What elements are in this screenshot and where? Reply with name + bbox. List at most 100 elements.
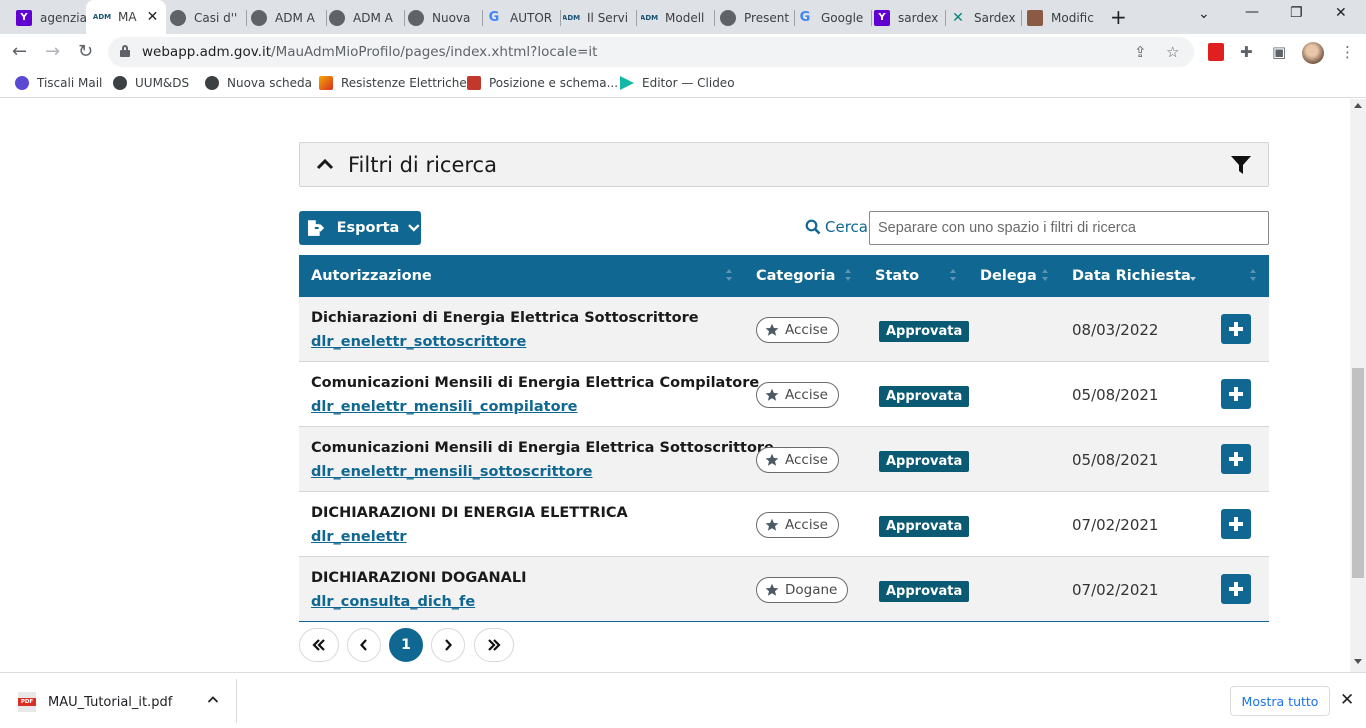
scrollbar-thumb[interactable] [1352, 368, 1364, 578]
sort-icon[interactable] [950, 269, 956, 283]
browser-tab[interactable]: Y sardex [874, 5, 946, 30]
resistenze-icon [319, 76, 333, 90]
category-chip: Accise [756, 512, 839, 538]
browser-tab[interactable]: G Google [797, 5, 872, 30]
close-icon[interactable]: ✕ [147, 9, 159, 25]
profile-avatar[interactable] [1302, 42, 1324, 64]
browser-tab[interactable]: ADM A [329, 5, 405, 30]
side-panel-icon[interactable]: ▣ [1272, 43, 1286, 61]
tab-separator [482, 10, 483, 26]
download-file-name: MAU_Tutorial_it.pdf [48, 694, 173, 710]
browser-tab[interactable]: Y agenzia [8, 5, 88, 30]
forward-icon[interactable]: → [45, 42, 60, 62]
column-header-stato[interactable]: Stato [875, 268, 919, 284]
authorization-code-link[interactable]: dlr_enelettr [311, 529, 407, 545]
sort-icon[interactable] [726, 269, 732, 283]
bookmark-label: Tiscali Mail [37, 76, 103, 90]
first-page-button[interactable] [299, 628, 339, 662]
table-row: Comunicazioni Mensili di Energia Elettri… [299, 427, 1269, 492]
authorization-code-link[interactable]: dlr_consulta_dich_fe [311, 594, 475, 610]
authorization-title: Comunicazioni Mensili di Energia Elettri… [311, 440, 774, 456]
browser-tabstrip: Y agenzia ADM MA ✕ Casi d'' ADM A ADM A … [0, 0, 1366, 34]
sort-icon[interactable] [1250, 269, 1256, 283]
browser-tab[interactable]: ADM A [251, 5, 327, 30]
expand-plus-button[interactable] [1221, 574, 1251, 604]
yahoo-icon: Y [16, 9, 32, 26]
browser-tab[interactable]: Casi d'' [170, 5, 247, 30]
bookmark-item[interactable]: Resistenze Elettriche [319, 76, 467, 90]
tab-separator [246, 10, 247, 26]
export-button[interactable]: Esporta [299, 211, 421, 245]
sort-desc-icon[interactable] [1190, 269, 1196, 283]
next-page-button[interactable] [431, 628, 465, 662]
sort-icon[interactable] [845, 269, 851, 283]
double-chevron-left-icon [312, 639, 325, 651]
bookmark-item[interactable]: Posizione e schema... [467, 76, 618, 90]
clideo-play-icon [620, 76, 634, 90]
extensions-puzzle-icon[interactable]: ✚ [1240, 43, 1253, 61]
previous-page-button[interactable] [347, 628, 381, 662]
browser-tab[interactable]: ADM Modell [641, 5, 715, 30]
new-tab-icon[interactable]: + [1110, 7, 1127, 27]
address-bar[interactable]: webapp.adm.gov.it/MauAdmMioProfilo/pages… [108, 37, 1194, 67]
tab-label: Sardex [974, 10, 1016, 25]
acrobat-extension-icon[interactable] [1208, 43, 1224, 61]
share-icon[interactable]: ⇪ [1134, 43, 1147, 61]
authorization-title: Comunicazioni Mensili di Energia Elettri… [311, 375, 760, 391]
status-badge: Approvata [879, 516, 970, 537]
tab-label: Present [744, 10, 790, 25]
browser-tab-active[interactable]: ADM MA ✕ [86, 0, 166, 34]
expand-plus-button[interactable] [1221, 509, 1251, 539]
browser-tab[interactable]: ✕ Sardex [950, 5, 1022, 30]
browser-tab[interactable]: ADM Il Servi [563, 5, 637, 30]
star-icon [765, 518, 779, 531]
schema-icon [467, 76, 481, 90]
chevron-up-icon[interactable] [207, 694, 219, 706]
reload-icon[interactable]: ↻ [78, 42, 93, 62]
bookmark-item[interactable]: UUM&DS [113, 76, 189, 90]
filter-icon[interactable] [1230, 154, 1252, 176]
bookmark-item[interactable]: Tiscali Mail [15, 76, 102, 90]
browser-tab[interactable]: Nuova [408, 5, 483, 30]
page-button-current[interactable]: 1 [389, 628, 423, 662]
page-scrollbar[interactable] [1350, 99, 1366, 672]
search-filters-panel[interactable]: Filtri di ricerca [299, 142, 1269, 187]
restore-icon[interactable]: ❐ [1290, 5, 1303, 21]
browser-tab[interactable]: Present [720, 5, 795, 30]
sort-icon[interactable] [1042, 269, 1048, 283]
column-header-autorizzazione[interactable]: Autorizzazione [311, 268, 432, 284]
search-input[interactable] [869, 211, 1269, 245]
request-date: 05/08/2021 [1072, 451, 1159, 469]
sardex-icon: ✕ [952, 9, 964, 26]
column-header-categoria[interactable]: Categoria [756, 268, 835, 284]
kebab-menu-icon[interactable]: ⋮ [1340, 43, 1355, 61]
expand-plus-button[interactable] [1221, 444, 1251, 474]
last-page-button[interactable] [474, 628, 514, 662]
minimize-icon[interactable]: — [1245, 4, 1259, 20]
scroll-down-arrow-icon[interactable] [1354, 659, 1362, 664]
tab-search-icon[interactable]: ⌄ [1198, 6, 1210, 22]
bookmark-star-icon[interactable]: ☆ [1166, 43, 1179, 61]
show-all-downloads-button[interactable]: Mostra tutto [1230, 686, 1330, 716]
expand-plus-button[interactable] [1221, 314, 1251, 344]
chevron-up-icon[interactable] [316, 155, 334, 173]
close-download-bar-icon[interactable]: ✕ [1340, 692, 1354, 709]
bookmark-label: Posizione e schema... [489, 76, 619, 90]
back-icon[interactable]: ← [12, 42, 27, 62]
authorization-code-link[interactable]: dlr_enelettr_mensili_sottoscrittore [311, 464, 592, 480]
authorization-code-link[interactable]: dlr_enelettr_sottoscrittore [311, 334, 526, 350]
bookmark-item[interactable]: Editor — Clideo [620, 76, 735, 90]
bookmark-item[interactable]: Nuova scheda [205, 76, 312, 90]
scroll-up-arrow-icon[interactable] [1354, 103, 1362, 108]
authorization-code-link[interactable]: dlr_enelettr_mensili_compilatore [311, 399, 578, 415]
column-header-delega[interactable]: Delega [980, 268, 1037, 284]
browser-tab[interactable]: G AUTOR [486, 5, 561, 30]
window-close-icon[interactable]: ✕ [1335, 5, 1347, 21]
tab-separator [871, 10, 872, 26]
download-item[interactable]: PDF MAU_Tutorial_it.pdf [18, 692, 172, 712]
tab-separator [794, 10, 795, 26]
category-label: Accise [785, 452, 828, 468]
column-header-data-richiesta[interactable]: Data Richiesta [1072, 268, 1191, 284]
expand-plus-button[interactable] [1221, 379, 1251, 409]
browser-tab[interactable]: Modific [1027, 5, 1099, 30]
